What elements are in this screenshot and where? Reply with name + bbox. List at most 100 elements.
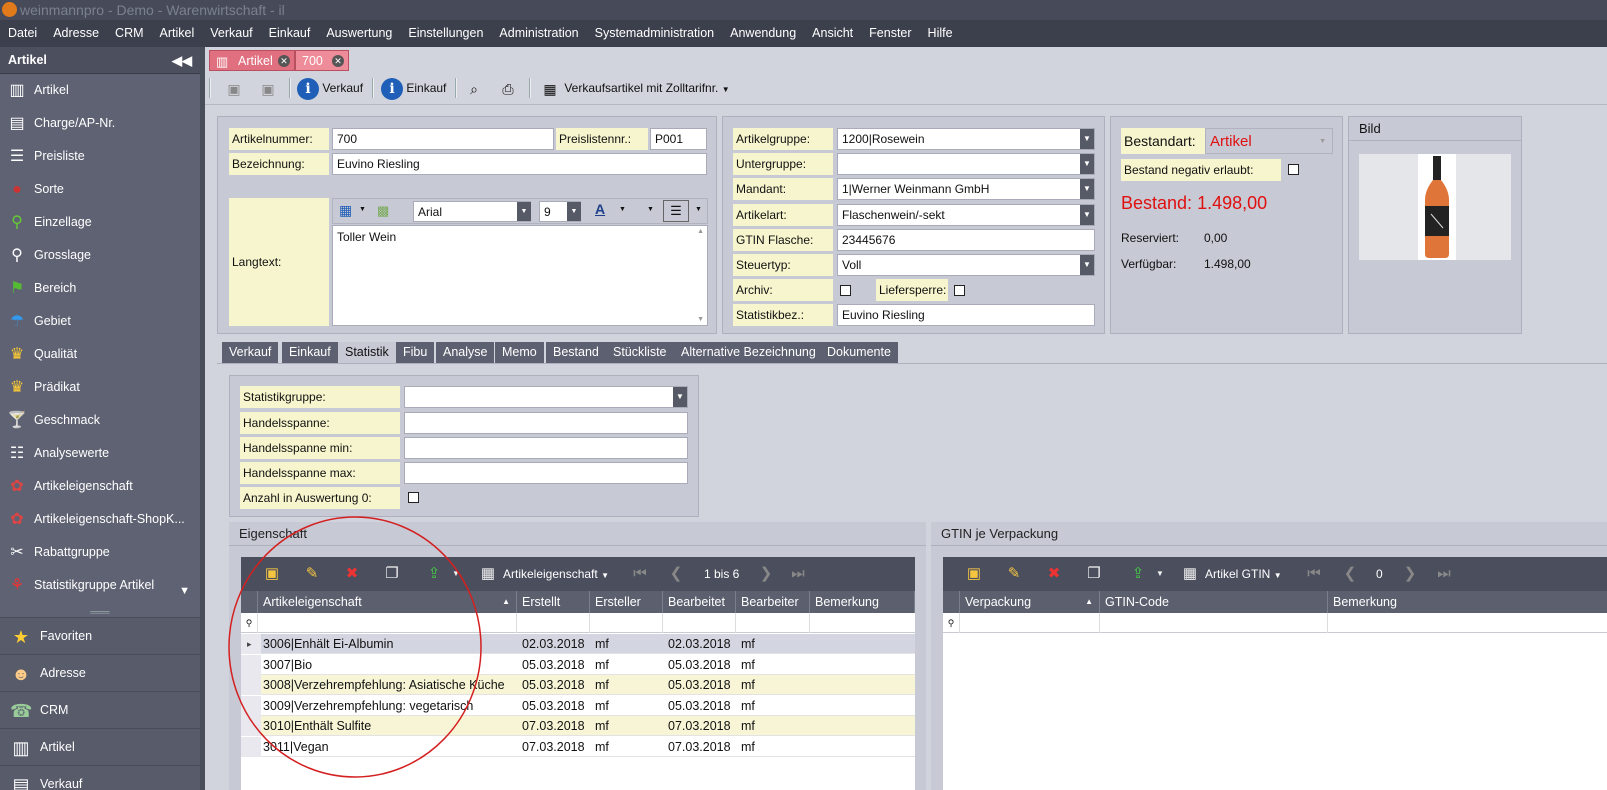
table-row[interactable]: 3007|Bio 05.03.2018 mf 05.03.2018 mf [241, 654, 915, 675]
filter-icon[interactable]: ⚲ [241, 613, 258, 633]
tab-bestand[interactable]: Bestand [546, 342, 606, 363]
view-dropdown[interactable]: ▦ Verkaufsartikel mit Zolltarifnr. ▼ [539, 76, 729, 100]
edit-icon[interactable]: ✎ [1003, 563, 1025, 585]
menu-crm[interactable]: CRM [107, 20, 151, 47]
filter-cell[interactable] [960, 613, 1100, 633]
last-page-icon[interactable]: ⏭ [787, 563, 809, 585]
next-page-icon[interactable]: ❯ [755, 563, 777, 585]
save-close-button[interactable]: ▣ [223, 76, 245, 100]
artikelgruppe-select[interactable]: 1200|Rosewein ▼ [837, 128, 1095, 150]
new-record-icon[interactable]: ▣ [963, 563, 985, 585]
scroll-down-icon[interactable]: ▼ [697, 316, 704, 323]
artikelnummer-input[interactable]: 700 [332, 128, 554, 150]
tab-fibu[interactable]: Fibu [396, 342, 435, 363]
table-row[interactable]: 3011|Vegan 07.03.2018 mf 07.03.2018 mf [241, 737, 915, 757]
col-artikeleigenschaft[interactable]: Artikeleigenschaft ▲ [258, 591, 517, 613]
filter-cell[interactable] [663, 613, 736, 633]
table-row[interactable]: ▸ 3006|Enhält Ei-Albumin 02.03.2018 mf 02.03… [241, 634, 915, 654]
sidebar-splitter[interactable] [200, 47, 205, 790]
statistikbez-input[interactable]: Euvino Riesling [837, 304, 1095, 326]
filter-cell[interactable] [258, 613, 517, 633]
prev-page-icon[interactable]: ❮ [1339, 563, 1361, 585]
table-row[interactable]: 3010|Enthält Sulfite 07.03.2018 mf 07.03.20… [241, 716, 915, 737]
sidebar-item-rabattgruppe[interactable]: ✂ Rabattgruppe [0, 536, 200, 569]
view-select[interactable]: Artikeleigenschaft ▼ [503, 557, 609, 591]
sidebar-item-artikel[interactable]: ▥ Artikel [0, 74, 200, 107]
align-icon[interactable]: ☰ [663, 200, 689, 222]
chevron-down-icon[interactable]: ▼ [1080, 205, 1094, 225]
info-verkauf-button[interactable]: i Verkauf [297, 76, 363, 100]
sidebar-item-qualitaet[interactable]: ♛ Qualität [0, 338, 200, 371]
sidebar-item-charge[interactable]: ▤ Charge/AP-Nr. [0, 107, 200, 140]
eigenschaft-filter-row[interactable]: ⚲ [241, 613, 915, 633]
nav-crm[interactable]: ☎ CRM [0, 691, 200, 728]
filter-cell[interactable] [736, 613, 810, 633]
chevron-down-icon[interactable]: ▼ [673, 387, 687, 407]
tab-memo[interactable]: Memo [495, 342, 544, 363]
col-verpackung[interactable]: Verpackung ▲ [960, 591, 1100, 613]
sidebar-item-statistikgruppe[interactable]: ⚘ Statistikgruppe Artikel ▼ [0, 569, 200, 602]
copy-icon[interactable]: ❐ [1083, 563, 1105, 585]
menu-einstellungen[interactable]: Einstellungen [400, 20, 491, 47]
menu-fenster[interactable]: Fenster [861, 20, 919, 47]
first-page-icon[interactable]: ⏮ [629, 563, 651, 585]
splitter-grip[interactable]: ═══ [0, 607, 200, 617]
tab-einkauf[interactable]: Einkauf [282, 342, 338, 363]
nav-adresse[interactable]: ☻ Adresse [0, 654, 200, 691]
table-row[interactable]: 3009|Verzehrempfehlung: vegetarisch 05.03… [241, 695, 915, 716]
save-button[interactable]: ▣ [257, 76, 279, 100]
table-row[interactable]: 3008|Verzehrempfehlung: Asiatische Küche… [241, 675, 915, 696]
menu-anwendung[interactable]: Anwendung [722, 20, 804, 47]
nav-verkauf[interactable]: ▤ Verkauf [0, 765, 200, 790]
doc-tab-700[interactable]: 700 ✕ [295, 50, 349, 71]
doc-tab-artikel[interactable]: ▥ Artikel ✕ [209, 50, 295, 71]
export-icon[interactable]: ⇪ [423, 563, 445, 585]
font-select[interactable]: Arial [413, 201, 531, 222]
untergruppe-select[interactable]: ▼ [837, 153, 1095, 175]
grid-icon[interactable]: ▦ [477, 563, 499, 585]
filter-cell[interactable] [590, 613, 663, 633]
print-button[interactable]: ⎙ [497, 76, 519, 100]
col-gtin-code[interactable]: GTIN-Code [1100, 591, 1328, 613]
tab-verkauf[interactable]: Verkauf [222, 342, 279, 363]
sidebar-item-sorte[interactable]: ● Sorte [0, 173, 200, 206]
image-icon[interactable]: ▩ [377, 203, 389, 219]
menu-verkauf[interactable]: Verkauf [202, 20, 260, 47]
menu-artikel[interactable]: Artikel [152, 20, 203, 47]
scroll-up-icon[interactable]: ▲ [697, 228, 704, 235]
bestandart-select[interactable]: Artikel ▼ [1205, 128, 1333, 154]
first-page-icon[interactable]: ⏮ [1303, 563, 1325, 585]
artikelart-select[interactable]: Flaschenwein/-sekt ▼ [837, 204, 1095, 226]
edit-icon[interactable]: ✎ [301, 563, 323, 585]
next-page-icon[interactable]: ❯ [1399, 563, 1421, 585]
filter-cell[interactable] [1100, 613, 1328, 633]
gtin-input[interactable]: 23445676 [837, 229, 1095, 251]
steuertyp-select[interactable]: Voll ▼ [837, 254, 1095, 276]
sidebar-item-artikeleigenschaft-shop[interactable]: ✿ Artikeleigenschaft-ShopK... [0, 503, 200, 536]
tab-dokumente[interactable]: Dokumente [820, 342, 898, 363]
chevron-down-icon[interactable]: ▼ [1149, 563, 1171, 585]
export-icon[interactable]: ⇪ [1127, 563, 1149, 585]
menu-auswertung[interactable]: Auswertung [318, 20, 400, 47]
tab-alternative-bezeichnung[interactable]: Alternative Bezeichnung [674, 342, 823, 363]
close-icon[interactable]: ✕ [332, 55, 344, 67]
grid-icon[interactable]: ▦ [1179, 563, 1201, 585]
scroll-down-icon[interactable]: ▼ [179, 575, 190, 608]
preislistennr-input[interactable]: P001 [650, 128, 707, 150]
new-record-icon[interactable]: ▣ [261, 563, 283, 585]
mandant-select[interactable]: 1|Werner Weinmann GmbH ▼ [837, 178, 1095, 200]
handelsspanne-input[interactable] [404, 412, 688, 434]
chevron-down-icon[interactable]: ▼ [1080, 129, 1094, 149]
delete-icon[interactable]: ✖ [341, 563, 363, 585]
chevron-down-icon[interactable]: ▼ [517, 202, 531, 221]
filter-cell[interactable] [517, 613, 590, 633]
gtin-filter-row[interactable]: ⚲ [943, 613, 1607, 633]
chevron-down-icon[interactable]: ▼ [1080, 179, 1094, 199]
menu-einkauf[interactable]: Einkauf [261, 20, 319, 47]
col-bearbeitet[interactable]: Bearbeitet [663, 591, 736, 613]
nav-favoriten[interactable]: ★ Favoriten [0, 617, 200, 654]
prev-page-icon[interactable]: ❮ [665, 563, 687, 585]
bezeichnung-input[interactable]: Euvino Riesling [332, 153, 707, 175]
statistikgruppe-select[interactable]: ▼ [404, 386, 688, 408]
col-bemerkung[interactable]: Bemerkung [810, 591, 915, 613]
